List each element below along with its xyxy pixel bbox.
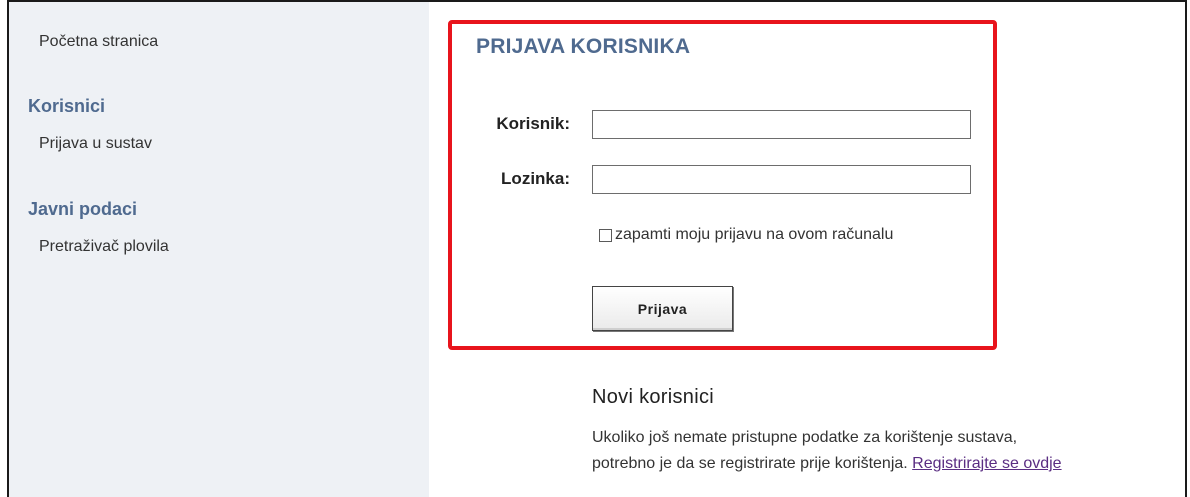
password-input[interactable]: [592, 165, 971, 194]
sidebar-heading-users: Korisnici: [28, 96, 106, 116]
sidebar-link-home[interactable]: Početna stranica: [39, 33, 158, 51]
password-label: Lozinka:: [501, 169, 570, 188]
username-input[interactable]: [592, 110, 971, 139]
sidebar-link-vessel-search[interactable]: Pretraživač plovila: [39, 238, 169, 256]
username-label: Korisnik:: [496, 114, 570, 133]
new-users-text-line2: potrebno je da se registrirate prije kor…: [592, 455, 908, 472]
remember-me-option[interactable]: zapamti moju prijavu na ovom računalu: [599, 226, 893, 244]
new-users-text-line1: Ukoliko još nemate pristupne podatke za …: [592, 429, 1018, 446]
sidebar-link-login[interactable]: Prijava u sustav: [39, 135, 152, 153]
new-users-text: Ukoliko još nemate pristupne podatke za …: [592, 425, 1182, 477]
login-title: PRIJAVA KORISNIKA: [476, 35, 691, 58]
remember-me-label: zapamti moju prijavu na ovom računalu: [615, 226, 894, 243]
register-link[interactable]: Registrirajte se ovdje: [912, 455, 1061, 472]
login-button[interactable]: Prijava: [592, 286, 733, 331]
sidebar-heading-public-data: Javni podaci: [28, 199, 138, 219]
new-users-title: Novi korisnici: [592, 386, 715, 408]
remember-me-checkbox[interactable]: [599, 228, 612, 242]
